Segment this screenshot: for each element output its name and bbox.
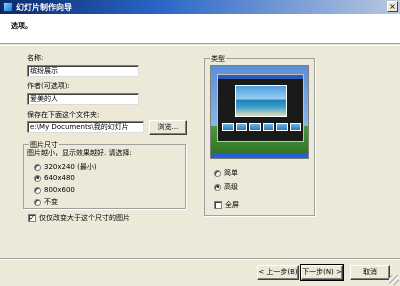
fullscreen-label: 全屏: [225, 201, 239, 209]
preview-thumbnail: [222, 123, 234, 131]
browse-button[interactable]: 浏览...: [149, 120, 187, 135]
type-option-advanced[interactable]: 高级: [214, 182, 238, 192]
preview-thumbnail: [276, 123, 288, 131]
type-option-simple-label: 简单: [224, 169, 238, 177]
back-button[interactable]: < 上一步(B): [257, 265, 299, 280]
size-option-640-dot[interactable]: [34, 174, 41, 182]
author-input[interactable]: 爱美的人: [27, 93, 139, 105]
next-button[interactable]: 下一步(N) >: [300, 264, 344, 281]
size-option-640[interactable]: 640x480: [34, 174, 75, 182]
app-icon: [3, 2, 13, 12]
type-option-advanced-label: 高级: [224, 183, 238, 191]
preview-window: [217, 74, 304, 142]
size-option-unchanged[interactable]: 不变: [34, 197, 58, 207]
type-option-simple-dot[interactable]: [214, 169, 221, 177]
name-input[interactable]: 缤纷展示: [27, 65, 139, 77]
save-folder-label: 保存在下面这个文件夹:: [27, 111, 100, 119]
preview-thumbnail-strip: [222, 123, 301, 131]
save-folder-input[interactable]: e:\My Documents\我的幻灯片: [27, 121, 144, 133]
size-option-320-label: 320x240 (最小): [44, 163, 97, 171]
size-option-unchanged-dot[interactable]: [34, 198, 41, 206]
header-panel: 选项。: [0, 14, 400, 44]
cancel-button[interactable]: 取消: [350, 265, 390, 280]
preview-taskbar: [211, 153, 308, 158]
close-button[interactable]: ×: [387, 1, 398, 12]
size-option-unchanged-label: 不变: [44, 198, 58, 206]
resize-grip-icon[interactable]: [389, 275, 399, 285]
size-option-320-dot[interactable]: [34, 163, 41, 171]
preview-thumbnail: [235, 123, 247, 131]
fullscreen-checkbox[interactable]: 全屏: [214, 200, 239, 210]
slideshow-preview-image: [210, 65, 309, 159]
type-group-title: 类型: [210, 54, 226, 64]
preview-thumbnail: [289, 123, 301, 131]
name-label: 名称:: [27, 54, 44, 62]
size-option-320[interactable]: 320x240 (最小): [34, 162, 97, 172]
size-option-800[interactable]: 800x600: [34, 186, 75, 194]
footer-divider: [0, 258, 400, 259]
author-label: 作者(可选项):: [27, 82, 70, 90]
type-option-advanced-dot[interactable]: [214, 183, 221, 191]
size-option-800-label: 800x600: [44, 186, 75, 194]
image-size-hint: 图片越小，显示效果越好. 请选择:: [27, 149, 132, 157]
window-title: 幻灯片制作向导: [16, 3, 72, 12]
type-option-simple[interactable]: 简单: [214, 168, 238, 178]
shrink-only-checkbox[interactable]: ✓ 仅仅改变大于这个尺寸的图片: [28, 213, 130, 223]
shrink-only-check-icon[interactable]: ✓: [28, 214, 36, 222]
header-divider: [0, 45, 400, 46]
preview-window-titlebar: [218, 75, 303, 79]
preview-thumbnail: [262, 123, 274, 131]
shrink-only-label: 仅仅改变大于这个尺寸的图片: [39, 214, 130, 222]
fullscreen-check-box[interactable]: [214, 201, 222, 209]
preview-thumbnail: [249, 123, 261, 131]
page-heading: 选项。: [11, 22, 32, 30]
size-option-640-label: 640x480: [44, 174, 75, 182]
size-option-800-dot[interactable]: [34, 186, 41, 194]
preview-photo: [235, 85, 287, 117]
title-bar: 幻灯片制作向导 ×: [0, 0, 400, 14]
